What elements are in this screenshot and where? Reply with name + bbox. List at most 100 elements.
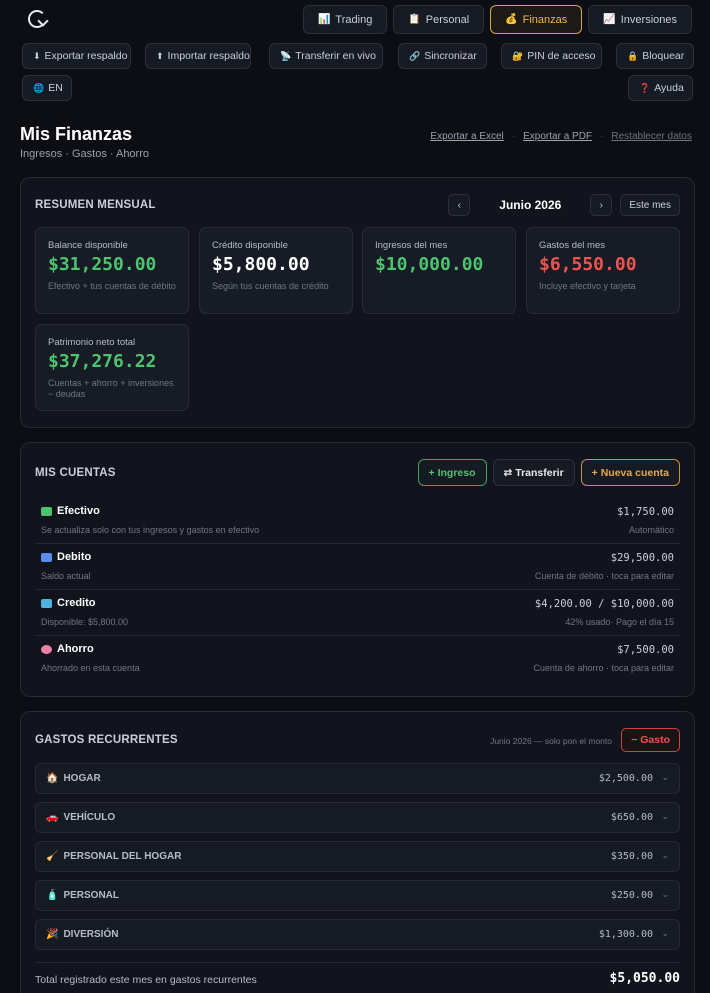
recurring-name-label: PERSONAL DEL HOGAR [63,851,182,862]
chevron-down-icon[interactable]: ⌄ [661,811,669,822]
tab-personal[interactable]: 📋 Personal [393,5,485,34]
accounts-panel: MIS CUENTAS + Ingreso ⇄ Transferir + Nue… [20,442,695,697]
language-button[interactable]: 🌐 EN [22,75,72,101]
tab-inversiones[interactable]: 📈 Inversiones [588,5,692,34]
house-icon: 🏠 [46,773,59,784]
card-available-balance: Balance disponible $31,250.00 Efectivo +… [35,227,189,314]
tab-finanzas[interactable]: 💰 Finanzas [490,5,583,34]
recurring-name: 🚗 VEHÍCULO [46,812,115,823]
card-monthly-income: Ingresos del mes $10,000.00 [362,227,516,314]
recurring-amount: $1,300.00 [598,929,653,940]
export-backup-button[interactable]: ⬇ Exportar respaldo [22,43,131,69]
card-note: Incluye efectivo y tarjeta [539,281,636,291]
recurring-row-diversion[interactable]: 🎉 DIVERSIÓN $1,300.00 ⌄ [35,919,680,950]
account-name-label: Efectivo [57,505,100,517]
lotion-icon: 🧴 [46,890,59,901]
page-title: Mis Finanzas [20,124,133,144]
current-month: Junio 2026 [499,198,562,212]
account-sub: 42% usado· Pago el día 15 [565,617,674,627]
card-value: $6,550.00 [539,254,637,275]
recurring-name-label: VEHÍCULO [63,812,116,823]
month-navigator: ‹ Junio 2026 › Este mes [448,194,680,216]
card-label: Balance disponible [48,240,128,251]
account-desc: Se actualiza solo con tus ingresos y gas… [41,525,260,535]
cash-icon [41,506,52,516]
account-desc: Disponible: $5,800.00 [41,617,129,627]
credit-card-icon [41,598,52,608]
chevron-down-icon[interactable]: ⌄ [661,772,669,783]
account-sub: Automático [628,525,674,535]
link-icon: 🔗 [409,50,421,61]
add-expense-button[interactable]: − Gasto [621,728,680,752]
live-transfer-button[interactable]: 📡 Transferir en vivo [269,43,383,69]
summary-title: RESUMEN MENSUAL [35,199,156,211]
live-transfer-label: Transferir en vivo [295,50,376,62]
card-note: Cuentas + ahorro + inversiones − deudas [48,378,174,400]
satellite-icon: 📡 [280,50,292,61]
separator: · [600,131,604,142]
account-row-credit[interactable]: Credito Disponible: $5,800.00 $4,200.00 … [35,590,680,636]
next-month-button[interactable]: › [590,194,613,216]
chevron-down-icon[interactable]: ⌄ [661,850,669,861]
account-row-cash[interactable]: Efectivo Se actualiza solo con tus ingre… [35,498,680,544]
reset-data-link[interactable]: Restablecer datos [611,131,692,142]
card-label: Patrimonio neto total [48,337,136,348]
account-desc: Saldo actual [41,571,91,581]
chevron-down-icon[interactable]: ⌄ [661,928,669,939]
recurring-name: 🧹 PERSONAL DEL HOGAR [46,851,181,862]
export-excel-link[interactable]: Exportar a Excel [430,131,503,142]
this-month-button[interactable]: Este mes [620,194,680,216]
recurring-name: 🎉 DIVERSIÓN [46,929,118,940]
app-logo-icon[interactable] [28,10,46,28]
account-sub: Cuenta de débito · toca para editar [534,571,674,581]
language-label: EN [48,82,63,94]
account-row-debit[interactable]: Debito Saldo actual $29,500.00 Cuenta de… [35,544,680,590]
recurring-name-label: DIVERSIÓN [63,929,119,940]
card-label: Ingresos del mes [375,240,448,251]
card-value: $5,800.00 [212,254,310,275]
recurring-total-amount: $5,050.00 [609,971,680,986]
tab-label: Inversiones [620,13,677,26]
account-sub: Cuenta de ahorro · toca para editar [533,663,674,673]
account-row-savings[interactable]: Ahorro Ahorrado en esta cuenta $7,500.00… [35,636,680,682]
recurring-row-personal-hogar[interactable]: 🧹 PERSONAL DEL HOGAR $350.00 ⌄ [35,841,680,872]
page-subtitle: Ingresos · Gastos · Ahorro [20,148,149,160]
tab-trading[interactable]: 📊 Trading [302,5,388,34]
import-backup-button[interactable]: ⬆ Importar respaldo [145,43,251,69]
chart-icon: 📊 [317,14,331,25]
account-name: Credito [41,597,96,609]
bank-card-icon [41,552,52,562]
party-icon: 🎉 [46,929,59,940]
recurring-row-personal[interactable]: 🧴 PERSONAL $250.00 ⌄ [35,880,680,911]
new-account-button[interactable]: + Nueva cuenta [580,459,680,486]
card-value: $37,276.22 [48,351,157,372]
add-income-button[interactable]: + Ingreso [417,459,487,486]
chevron-down-icon[interactable]: ⌄ [661,889,669,900]
sync-button[interactable]: 🔗 Sincronizar [398,43,487,69]
recurring-row-vehiculo[interactable]: 🚗 VEHÍCULO $650.00 ⌄ [35,802,680,833]
header-links: Exportar a Excel · Exportar a PDF · Rest… [430,131,692,142]
transfer-button[interactable]: ⇄ Transferir [492,459,575,486]
card-available-credit: Crédito disponible $5,800.00 Según tus c… [199,227,353,314]
recurring-amount: $350.00 [610,851,653,862]
account-name: Efectivo [41,505,100,517]
recurring-expenses-panel: GASTOS RECURRENTES Junio 2026 — solo pon… [20,711,695,993]
recurring-name-label: PERSONAL [63,890,120,901]
prev-month-button[interactable]: ‹ [448,194,471,216]
card-label: Crédito disponible [212,240,289,251]
tab-label: Finanzas [522,13,568,26]
card-net-worth: Patrimonio neto total $37,276.22 Cuentas… [35,324,189,411]
clipboard-icon: 📋 [408,14,421,25]
lock-icon: 🔒 [627,50,639,61]
export-pdf-link[interactable]: Exportar a PDF [523,131,592,142]
lock-button[interactable]: 🔒 Bloquear [616,43,694,69]
recurring-row-hogar[interactable]: 🏠 HOGAR $2,500.00 ⌄ [35,763,680,794]
pin-button[interactable]: 🔐 PIN de acceso [501,43,602,69]
help-label: Ayuda [654,82,684,94]
help-button[interactable]: ❓ Ayuda [628,75,693,101]
recurring-note: Junio 2026 — solo pon el monto [490,736,612,746]
recurring-name: 🏠 HOGAR [46,773,101,784]
account-amount: $29,500.00 [610,552,674,564]
account-name: Ahorro [41,643,94,655]
recurring-name: 🧴 PERSONAL [46,890,119,901]
